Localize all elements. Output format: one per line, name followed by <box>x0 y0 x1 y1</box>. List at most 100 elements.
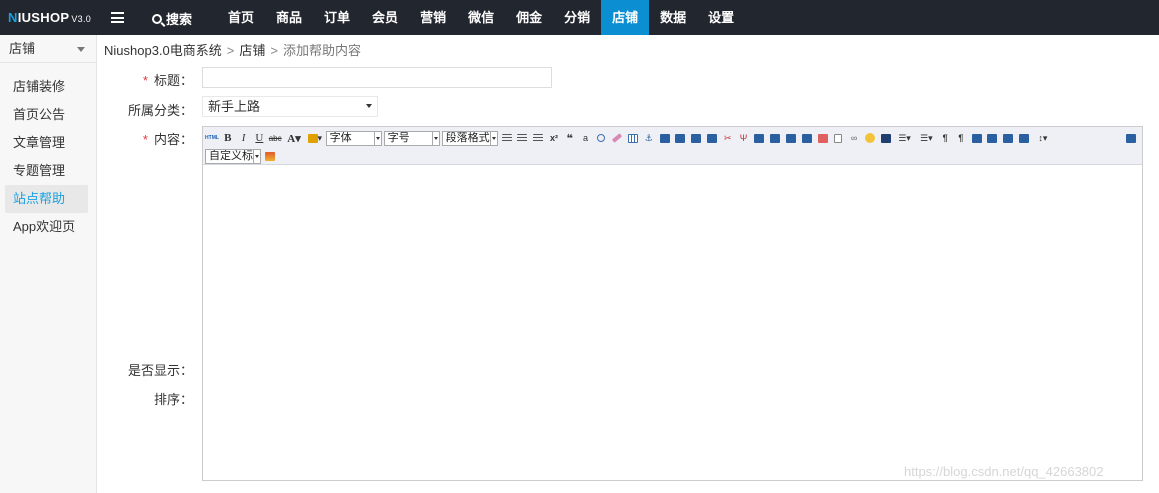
title-label: * 标题： <box>103 70 193 89</box>
emoji-icon[interactable] <box>863 131 877 145</box>
nav-shop[interactable]: 店铺 <box>601 0 650 35</box>
sidebar-item-app-welcome[interactable]: App欢迎页 <box>5 213 88 241</box>
breadcrumb-section[interactable]: 店铺 <box>239 43 265 58</box>
cut-icon[interactable]: ✂ <box>721 131 735 145</box>
logo-version: V3.0 <box>71 14 92 24</box>
superscript-icon[interactable]: x² <box>547 131 561 145</box>
split-icon[interactable] <box>705 131 719 145</box>
search-button[interactable]: 搜索 <box>152 9 192 28</box>
nav-distribution[interactable]: 分销 <box>553 0 601 35</box>
nav-commission[interactable]: 佣金 <box>505 0 553 35</box>
grid1-icon[interactable] <box>752 131 766 145</box>
top-navbar: NIUSHOP V3.0 搜索 首页 商品 订单 会员 营销 微信 佣金 分销 店… <box>0 0 1159 35</box>
underline-icon[interactable]: U <box>252 131 266 145</box>
nav-goods[interactable]: 商品 <box>265 0 313 35</box>
editor-toolbar: HTML B I U abc A▾ ▾ 字体 字号 段落格式 x² ❝ a ⚓ … <box>203 127 1142 165</box>
paragraph-format-select[interactable]: 段落格式 <box>441 130 498 146</box>
menu-toggle-icon[interactable] <box>111 12 124 23</box>
nav-marketing[interactable]: 营销 <box>409 0 457 35</box>
ltr-icon[interactable]: ¶ <box>938 131 952 145</box>
category-label: 所属分类： <box>127 103 193 118</box>
breadcrumb-separator: > <box>270 43 278 58</box>
sidebar-header[interactable]: 店铺 <box>0 35 96 63</box>
title-label-text: 标题： <box>153 73 193 88</box>
find-icon[interactable] <box>594 131 608 145</box>
img-none-icon[interactable] <box>1017 131 1031 145</box>
sidebar-item-article-management[interactable]: 文章管理 <box>5 129 88 157</box>
insert-image-icon[interactable] <box>263 149 277 163</box>
required-mark: * <box>142 132 148 147</box>
nav-settings[interactable]: 设置 <box>697 0 745 35</box>
search-label: 搜索 <box>166 12 193 27</box>
rich-text-editor: HTML B I U abc A▾ ▾ 字体 字号 段落格式 x² ❝ a ⚓ … <box>202 126 1143 481</box>
category-select-value: 新手上路 <box>208 99 261 114</box>
merge-icon[interactable] <box>689 131 703 145</box>
content-label: * 内容： <box>103 129 193 148</box>
nav-orders[interactable]: 订单 <box>313 0 361 35</box>
spellcheck-icon[interactable]: a <box>579 131 593 145</box>
fullscreen-icon[interactable] <box>1124 131 1138 145</box>
ordered-list-icon[interactable]: ☰▾ <box>895 131 915 145</box>
image-icon[interactable] <box>816 131 830 145</box>
html-icon[interactable]: HTML <box>205 131 219 145</box>
grid4-icon[interactable] <box>800 131 814 145</box>
font-size-select[interactable]: 字号 <box>383 130 440 146</box>
eraser-icon[interactable] <box>610 131 624 145</box>
editor-content-area[interactable] <box>203 165 1142 480</box>
breadcrumb-current: 添加帮助内容 <box>282 43 361 58</box>
paste-icon[interactable]: Ψ <box>737 131 751 145</box>
toolbar-row: 自定义标题 <box>205 148 1140 164</box>
file-icon[interactable] <box>831 131 845 145</box>
nav-members[interactable]: 会员 <box>361 0 409 35</box>
logo-text: IUSHOP <box>17 10 70 25</box>
table-icon[interactable] <box>626 131 640 145</box>
img-center-icon[interactable] <box>1001 131 1015 145</box>
italic-icon[interactable]: I <box>237 131 251 145</box>
breadcrumb-separator: > <box>226 43 235 58</box>
quote-icon[interactable]: ❝ <box>563 131 577 145</box>
line-height-icon[interactable]: ↕▾ <box>1033 131 1053 145</box>
required-mark: * <box>142 73 148 88</box>
paragraph-format-select-value: 段落格式 <box>445 131 490 144</box>
anchor-icon[interactable]: ⚓ <box>642 131 656 145</box>
img-left-icon[interactable] <box>970 131 984 145</box>
img-right-icon[interactable] <box>985 131 999 145</box>
align-center-icon[interactable] <box>515 131 529 145</box>
breadcrumb-root[interactable]: Niushop3.0电商系统 <box>104 43 222 58</box>
strikethrough-icon[interactable]: abc <box>268 131 282 145</box>
search-icon <box>152 13 162 24</box>
font-size-select-value: 字号 <box>387 131 410 144</box>
link-icon[interactable]: ∞ <box>847 131 861 145</box>
font-color-icon[interactable]: A▾ <box>284 131 304 145</box>
sidebar-item-shop-decoration[interactable]: 店铺装修 <box>5 73 88 101</box>
font-family-select[interactable]: 字体 <box>325 130 382 146</box>
nav-data[interactable]: 数据 <box>649 0 697 35</box>
title-input[interactable] <box>202 67 552 88</box>
sidebar-item-topic-management[interactable]: 专题管理 <box>5 157 88 185</box>
unordered-list-icon[interactable]: ☰▾ <box>916 131 936 145</box>
insert-row-icon[interactable] <box>658 131 672 145</box>
main-nav: 首页 商品 订单 会员 营销 微信 佣金 分销 店铺 数据 设置 <box>217 0 745 35</box>
grid2-icon[interactable] <box>768 131 782 145</box>
sidebar-item-site-help[interactable]: 站点帮助 <box>5 185 88 213</box>
video-icon[interactable] <box>879 131 893 145</box>
nav-home[interactable]: 首页 <box>217 0 265 35</box>
nav-wechat[interactable]: 微信 <box>457 0 505 35</box>
watermark: https://blog.csdn.net/qq_42663802 <box>904 464 1104 479</box>
content-label-text: 内容： <box>153 132 193 147</box>
logo-initial: N <box>8 10 18 25</box>
category-select[interactable]: 新手上路 <box>202 96 378 117</box>
align-right-icon[interactable] <box>531 131 545 145</box>
logo[interactable]: NIUSHOP V3.0 <box>8 10 91 25</box>
bold-icon[interactable]: B <box>221 131 235 145</box>
sidebar-list: 店铺装修 首页公告 文章管理 专题管理 站点帮助 App欢迎页 <box>0 63 96 241</box>
grid3-icon[interactable] <box>784 131 798 145</box>
breadcrumb: Niushop3.0电商系统 > 店铺 > 添加帮助内容 <box>104 40 361 59</box>
align-left-icon[interactable] <box>500 131 514 145</box>
rtl-icon[interactable]: ¶ <box>954 131 968 145</box>
custom-style-select[interactable]: 自定义标题 <box>205 148 261 164</box>
chevron-down-icon <box>366 104 372 108</box>
sidebar-item-homepage-notice[interactable]: 首页公告 <box>5 101 88 129</box>
insert-col-icon[interactable] <box>673 131 687 145</box>
highlight-icon[interactable]: ▾ <box>306 131 324 145</box>
